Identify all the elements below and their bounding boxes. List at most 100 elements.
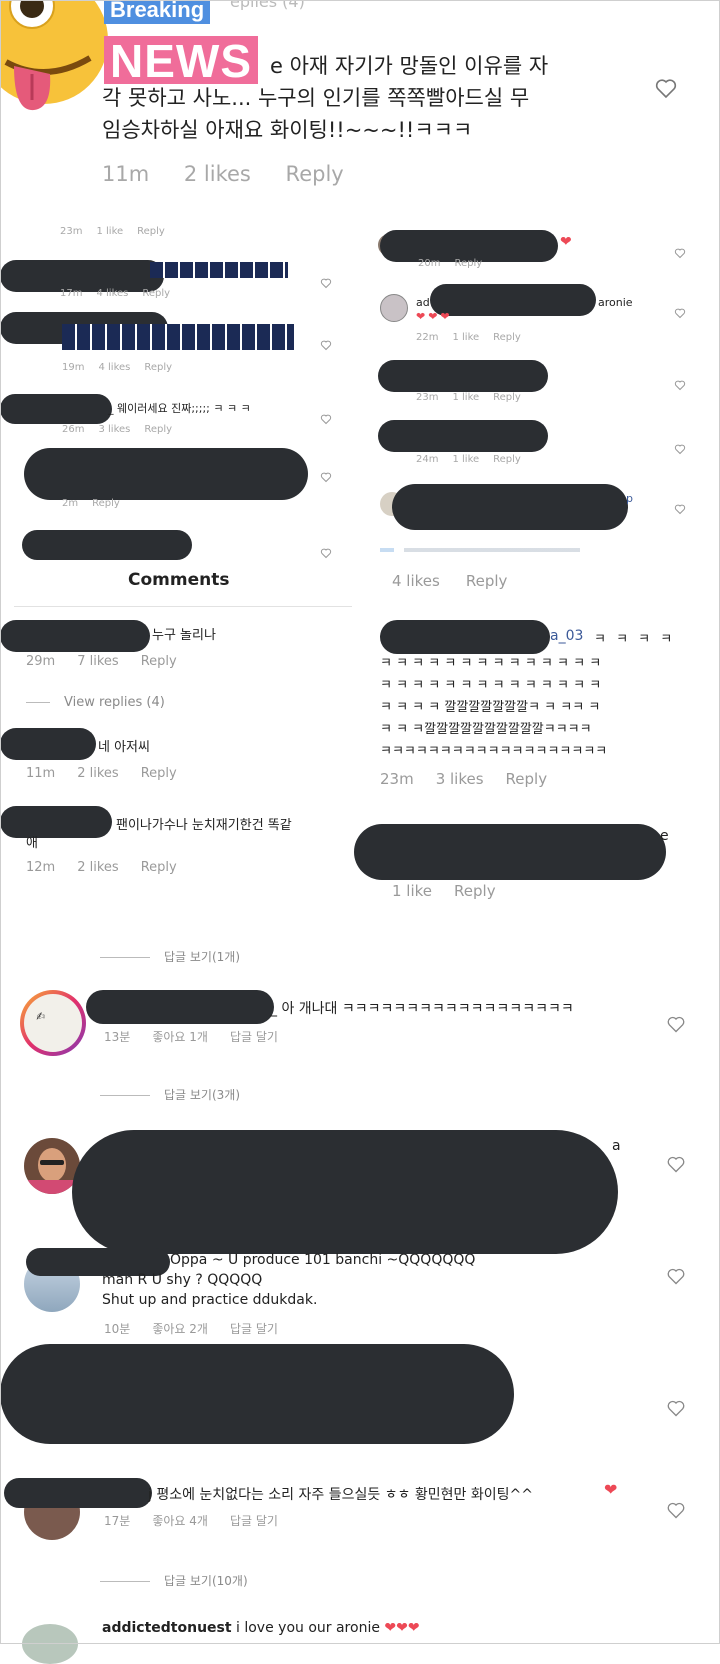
username[interactable]: a_03 <box>550 628 583 644</box>
view-replies-button[interactable]: 답글 보기(3개) <box>100 1086 240 1103</box>
comment-text: Oppa ~ U produce 101 banchi ~QQQQQQQ <box>170 1252 476 1268</box>
redacted-comment <box>24 448 308 500</box>
comment-meta: 24m 1 like Reply <box>416 454 521 465</box>
top-comment-line2: 각 못하고 사노... 누구의 인기를 쪽쪽빨아드실 무 <box>102 86 530 110</box>
reply-button[interactable]: Reply <box>286 162 344 186</box>
redacted-username <box>4 1478 152 1508</box>
redacted-username <box>0 728 96 760</box>
comment-meta: 22m 1 like Reply <box>416 332 521 343</box>
comment-meta: 23m 1 like Reply <box>416 392 521 403</box>
redacted-comment <box>392 484 628 530</box>
like-heart-icon[interactable] <box>654 76 678 100</box>
emoji-row <box>150 262 288 278</box>
username[interactable]: ad <box>416 296 430 309</box>
like-heart-icon[interactable] <box>320 410 332 425</box>
like-heart-icon[interactable] <box>320 544 332 559</box>
comment-text: j 평소에 눈치없다는 소리 자주 들으실듯 ㅎㅎ 황민현만 화이팅^^ <box>148 1487 533 1503</box>
like-heart-icon[interactable] <box>666 1398 686 1418</box>
redacted-comment <box>72 1130 618 1254</box>
top-comment-meta: 11m 2 likes Reply <box>102 162 372 186</box>
like-heart-icon[interactable] <box>666 1266 686 1286</box>
comment-meta: 20m Reply <box>418 258 483 269</box>
username[interactable]: addictedtonuest <box>102 1620 232 1636</box>
comment-text: e <box>660 828 669 844</box>
redacted-comment <box>378 420 548 452</box>
last-comment: addictedtonuest i love you our aronie ❤❤… <box>102 1620 420 1636</box>
comment-text: 애 <box>26 836 38 851</box>
faded-row <box>380 548 580 552</box>
comment-line: ㅋ ㅋ ㅋ ㅋ ㅋ ㅋ ㅋ ㅋ ㅋ ㅋ ㅋ ㅋ ㅋ ㅋ <box>380 656 602 671</box>
comment-text: p <box>626 492 633 505</box>
view-replies-button[interactable]: 답글 보기(10개) <box>100 1572 248 1589</box>
comment-line: ㅋ ㅋ ㅋ ㅋ <box>594 632 676 647</box>
comment-meta: 17분 좋아요 4개 답글 달기 <box>104 1514 278 1528</box>
faded-header-text: eplies (4) <box>230 0 305 10</box>
redacted-username <box>0 806 112 838</box>
like-heart-icon[interactable] <box>320 274 332 289</box>
comment-meta: 23m 1 like Reply <box>60 226 165 237</box>
comment-line: ㅋ ㅋ ㅋ ㅋ ㅋ ㅋ ㅋ ㅋ ㅋ ㅋ ㅋ ㅋ ㅋ ㅋ <box>380 678 602 693</box>
view-replies-button[interactable]: View replies (4) <box>26 695 165 710</box>
comment-text: man R U shy ? QQQQQ <box>102 1272 263 1288</box>
like-heart-icon[interactable] <box>674 244 686 259</box>
red-heart-emoji-icon: ❤ <box>604 1480 618 1499</box>
redacted-username <box>380 620 550 654</box>
redacted-text <box>430 284 596 316</box>
comment-text: 네 아저씨 <box>98 740 150 755</box>
view-replies-button[interactable]: 답글 보기(1개) <box>100 948 240 965</box>
like-heart-icon[interactable] <box>666 1500 686 1520</box>
top-comment-line3: 임승차하실 아재요 화이팅!!~~~!!ㅋㅋㅋ <box>102 118 473 142</box>
avatar[interactable] <box>380 294 408 322</box>
comment-meta: 2m Reply <box>62 498 120 509</box>
comment-likes[interactable]: 2 likes <box>184 162 251 186</box>
comment-text: a <box>612 1138 621 1154</box>
like-heart-icon[interactable] <box>666 1014 686 1034</box>
redacted-username <box>0 620 150 652</box>
comment-line: ㅋ ㅋ ㅋ깔깔깔깔깔깔깔깔깔깔ㅋㅋㅋㅋ <box>380 722 592 737</box>
comment-text: 누구 놀리나 <box>152 628 216 643</box>
red-heart-emoji-icon: ❤ <box>560 234 572 250</box>
like-heart-icon[interactable] <box>666 1154 686 1174</box>
comment-meta: 17m 4 likes Reply <box>60 288 171 299</box>
emoji-row <box>62 324 294 350</box>
like-heart-icon[interactable] <box>320 336 332 351</box>
comment-meta: 29m 7 likes Reply <box>26 654 177 669</box>
like-heart-icon[interactable] <box>320 468 332 483</box>
red-heart-emoji-icon: ❤❤❤ <box>416 310 453 323</box>
breaking-label: Breaking <box>104 0 211 24</box>
comment-line: ㅋ ㅋ ㅋ ㅋ 깔깔깔깔깔깔깔ㅋ ㅋ ㅋㅋ ㅋ <box>380 700 601 715</box>
avatar[interactable]: ✍︎ <box>20 990 86 1056</box>
comment-meta: 23m 3 likes Reply <box>380 770 548 788</box>
comment-line: ㅋㅋㅋㅋㅋㅋㅋㅋㅋㅋㅋㅋㅋㅋㅋㅋㅋㅋㅋ <box>380 744 608 759</box>
comment-time: 11m <box>102 162 150 186</box>
comment-text: aronie <box>598 296 633 309</box>
comment-meta: 11m 2 likes Reply <box>26 766 177 781</box>
like-heart-icon[interactable] <box>674 376 686 391</box>
comment-text: i love you our aronie <box>231 1620 385 1636</box>
redacted-username <box>22 530 192 560</box>
news-label: NEWS <box>104 36 258 86</box>
comment-meta: 4 likes Reply <box>392 572 508 590</box>
redacted-username <box>86 990 274 1024</box>
redacted-username <box>0 394 112 424</box>
like-heart-icon[interactable] <box>674 304 686 319</box>
comment-text: 팬이나가수나 눈치재기한건 똑같 <box>116 818 292 833</box>
comment-meta: 19m 4 likes Reply <box>62 362 173 373</box>
comment-meta: 10분 좋아요 2개 답글 달기 <box>104 1322 278 1336</box>
red-heart-emoji-icon: ❤❤❤ <box>384 1620 420 1636</box>
top-comment-line1: e 아재 자기가 망돌인 이유를 자 <box>270 54 549 78</box>
redacted-comment <box>378 360 548 392</box>
comment-meta: 12m 2 likes Reply <box>26 860 177 875</box>
comments-title: Comments <box>128 570 230 590</box>
comment-text: _ 아 개나대 ㅋㅋㅋㅋㅋㅋㅋㅋㅋㅋㅋㅋㅋㅋㅋㅋㅋㅋ <box>270 1001 574 1017</box>
like-heart-icon[interactable] <box>674 500 686 515</box>
like-heart-icon[interactable] <box>674 440 686 455</box>
avatar[interactable] <box>22 1624 78 1664</box>
comment-meta: 1 like Reply <box>392 882 496 900</box>
comment-meta: 26m 3 likes Reply <box>62 424 173 435</box>
comment-text: _ 웨이러세요 진짜;;;;; ㅋ ㅋ ㅋ <box>108 402 251 415</box>
comment-meta: 13분 좋아요 1개 답글 달기 <box>104 1030 278 1044</box>
tongue-emoji-icon <box>0 0 112 124</box>
redacted-comment <box>0 1344 514 1444</box>
redacted-comment <box>354 824 666 880</box>
